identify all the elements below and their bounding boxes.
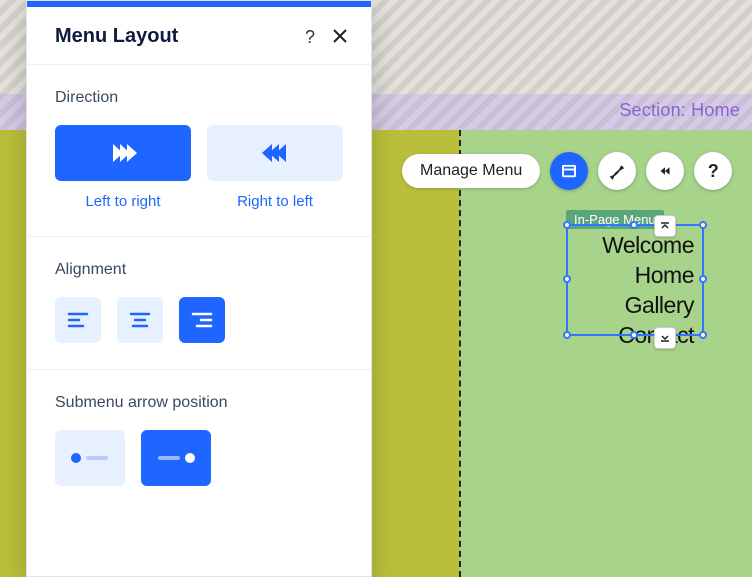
resize-handle[interactable] bbox=[699, 331, 707, 339]
layout-tool-button[interactable] bbox=[550, 152, 588, 190]
menu-layout-panel: Menu Layout ? Direction Left to right Ri… bbox=[26, 0, 372, 577]
close-icon[interactable] bbox=[333, 28, 347, 46]
direction-rtl-caption: Right to left bbox=[207, 193, 343, 210]
direction-ltr-button[interactable] bbox=[55, 125, 191, 181]
animation-tool-button[interactable] bbox=[646, 152, 684, 190]
help-tool-button[interactable]: ? bbox=[694, 152, 732, 190]
resize-handle[interactable] bbox=[563, 275, 571, 283]
element-toolbar: Manage Menu ? bbox=[402, 152, 732, 190]
section-column[interactable] bbox=[460, 130, 752, 577]
column-divider bbox=[459, 130, 461, 577]
panel-title: Menu Layout bbox=[55, 25, 178, 48]
resize-handle[interactable] bbox=[563, 331, 571, 339]
direction-ltr-caption: Left to right bbox=[55, 193, 191, 210]
alignment-section: Alignment bbox=[27, 236, 371, 369]
direction-section: Direction Left to right Right to left bbox=[27, 64, 371, 236]
submenu-label: Submenu arrow position bbox=[55, 394, 343, 412]
resize-handle[interactable] bbox=[699, 275, 707, 283]
direction-label: Direction bbox=[55, 89, 343, 107]
direction-rtl-button[interactable] bbox=[207, 125, 343, 181]
resize-handle[interactable] bbox=[630, 331, 638, 339]
submenu-section: Submenu arrow position bbox=[27, 369, 371, 512]
design-tool-button[interactable] bbox=[598, 152, 636, 190]
selection-box[interactable] bbox=[566, 224, 704, 336]
expand-down-button[interactable] bbox=[654, 327, 676, 349]
panel-header: Menu Layout ? bbox=[27, 7, 371, 64]
help-icon[interactable]: ? bbox=[305, 28, 315, 46]
submenu-arrow-right-button[interactable] bbox=[141, 430, 211, 486]
resize-handle[interactable] bbox=[699, 221, 707, 229]
align-center-button[interactable] bbox=[117, 297, 163, 343]
submenu-arrow-left-button[interactable] bbox=[55, 430, 125, 486]
alignment-label: Alignment bbox=[55, 261, 343, 279]
resize-handle[interactable] bbox=[563, 221, 571, 229]
section-label: Section: Home bbox=[619, 100, 740, 121]
collapse-up-button[interactable] bbox=[654, 215, 676, 237]
align-right-button[interactable] bbox=[179, 297, 225, 343]
align-left-button[interactable] bbox=[55, 297, 101, 343]
resize-handle[interactable] bbox=[630, 221, 638, 229]
manage-menu-button[interactable]: Manage Menu bbox=[402, 154, 540, 188]
